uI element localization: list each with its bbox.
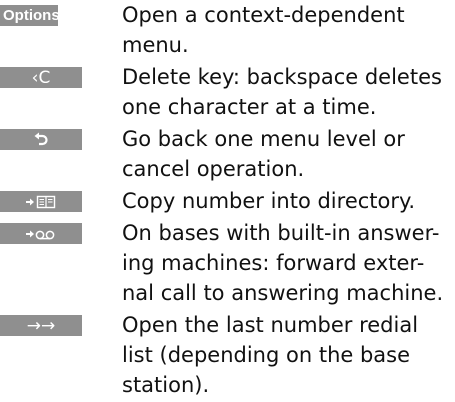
options-desc-line-1: Open a context-dependent xyxy=(122,3,405,27)
delete-key[interactable]: ‹C xyxy=(0,67,82,88)
back-arrow-icon xyxy=(33,132,49,147)
redial-key[interactable]: →→ xyxy=(0,315,82,336)
copy-directory-desc-line-1: Copy number into directory. xyxy=(122,189,416,213)
options-desc-line-2: menu. xyxy=(122,33,189,57)
redial-desc-line-2: list (depending on the base xyxy=(122,343,411,367)
copy-to-directory-icon xyxy=(25,195,57,209)
options-key[interactable]: Options xyxy=(0,5,60,26)
delete-desc-line-2: one character at a time. xyxy=(122,95,377,119)
delete-key-label: ‹C xyxy=(31,67,51,88)
redial-desc-line-3: station). xyxy=(122,373,210,397)
back-desc-line-2: cancel operation. xyxy=(122,157,305,181)
copy-directory-key[interactable] xyxy=(0,191,82,212)
copy-directory-description: Copy number into directory. xyxy=(122,186,452,216)
answering-machine-desc-line-1: On bases with built-in answer- xyxy=(122,221,440,245)
back-desc-line-1: Go back one menu level or xyxy=(122,127,405,151)
forward-to-answering-machine-icon xyxy=(25,227,57,241)
answering-machine-description: On bases with built-in answer- ing machi… xyxy=(122,218,452,308)
delete-description: Delete key: backspace deletes one charac… xyxy=(122,62,452,122)
delete-desc-line-1: Delete key: backspace deletes xyxy=(122,65,442,89)
redial-desc-line-1: Open the last number redial xyxy=(122,313,419,337)
back-key[interactable] xyxy=(0,129,82,150)
answering-machine-key[interactable] xyxy=(0,223,82,244)
answering-machine-desc-line-2: ing machines: forward exter- xyxy=(122,251,425,275)
redial-description: Open the last number redial list (depend… xyxy=(122,310,452,400)
back-description: Go back one menu level or cancel operati… xyxy=(122,124,452,184)
options-description: Open a context-dependent menu. xyxy=(122,0,452,60)
options-key-label: Options xyxy=(3,7,60,24)
answering-machine-desc-line-3: nal call to answering machine. xyxy=(122,281,444,305)
redial-key-label: →→ xyxy=(26,315,56,336)
